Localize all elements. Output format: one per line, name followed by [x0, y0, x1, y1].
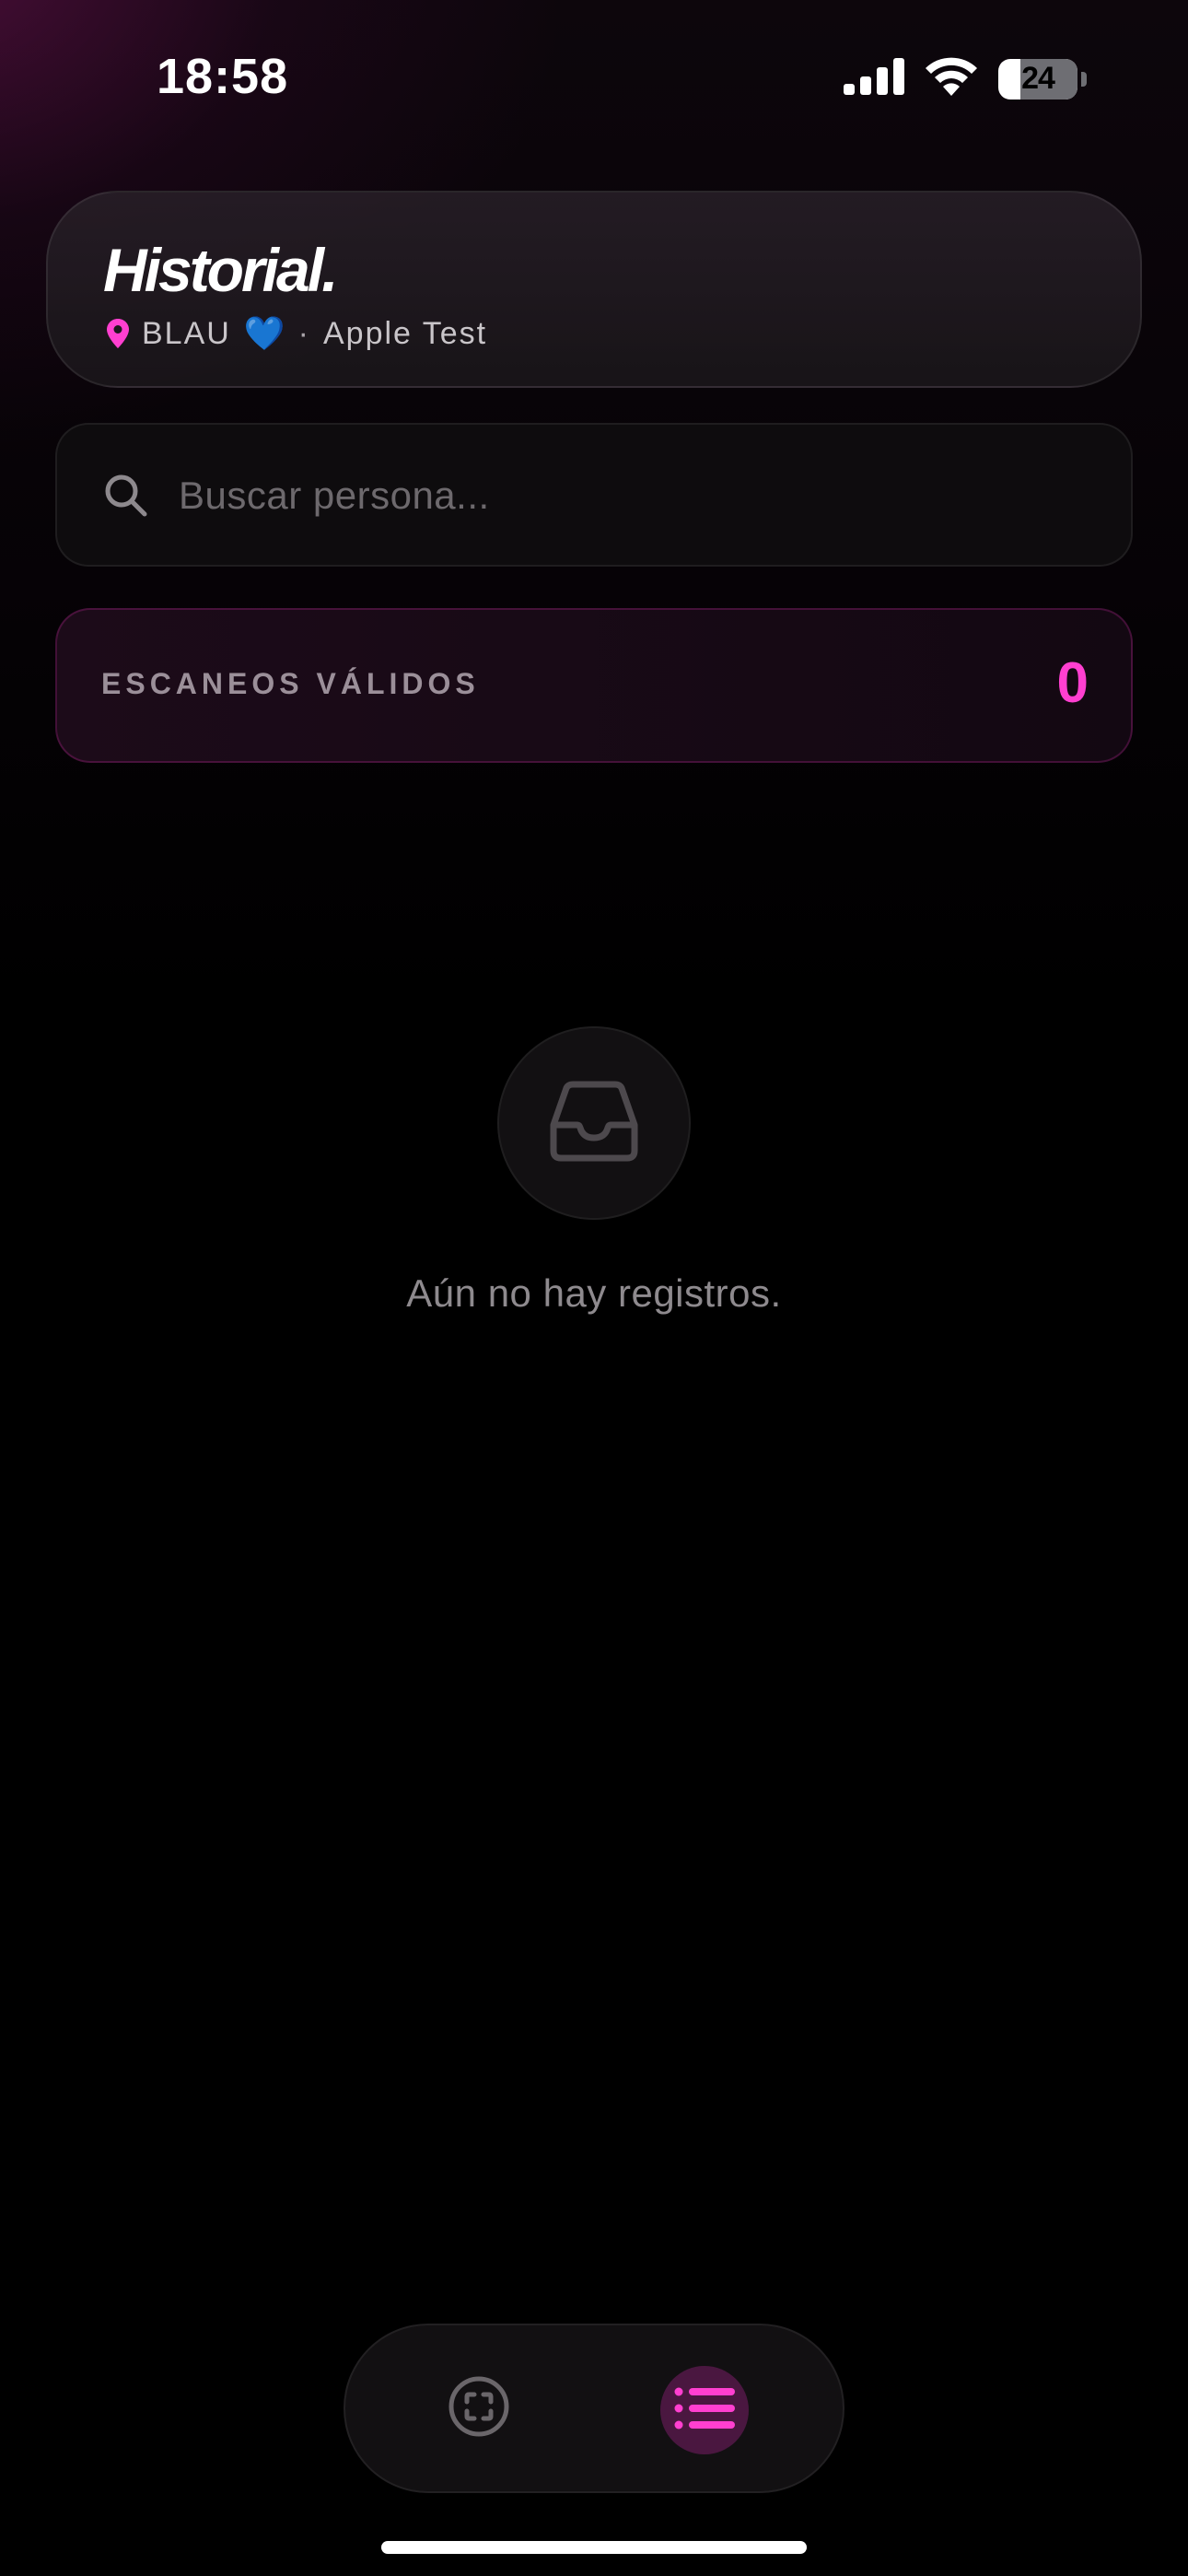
- inbox-tray-icon: [548, 1081, 640, 1166]
- battery-icon: 24: [998, 58, 1077, 100]
- cellular-signal-icon: [844, 58, 904, 100]
- battery-cap: [1081, 71, 1087, 87]
- venue-name: BLAU: [142, 315, 231, 351]
- event-name: Apple Test: [322, 315, 488, 351]
- valid-scans-count: 0: [1056, 651, 1089, 715]
- search-icon: [103, 473, 147, 521]
- header-card: Historial. BLAU 💙 · Apple Test: [46, 191, 1142, 388]
- scan-frame-icon: [448, 2376, 509, 2441]
- status-bar: 18:58 24: [0, 0, 1188, 157]
- search-input[interactable]: [177, 425, 1101, 567]
- empty-state-icon-circle: [497, 1026, 691, 1220]
- battery-level: 24: [1021, 61, 1055, 96]
- page-title: Historial.: [103, 236, 338, 304]
- home-indicator[interactable]: [381, 2541, 807, 2554]
- search-bar[interactable]: [55, 423, 1133, 567]
- status-icons: 24: [844, 57, 1087, 100]
- location-pin-icon: [107, 319, 129, 348]
- wifi-icon: [925, 57, 978, 100]
- list-icon: [674, 2386, 735, 2435]
- venue-separator: ·: [297, 315, 310, 351]
- history-screen: 18:58 24 Historial. BLAU 💙 · Apple Test …: [0, 0, 1188, 2576]
- venue-info: BLAU 💙 · Apple Test: [107, 314, 487, 353]
- status-time: 18:58: [157, 49, 289, 104]
- empty-state-message: Aún no hay registros.: [406, 1271, 782, 1315]
- blue-heart-emoji: 💙: [243, 314, 285, 352]
- bottom-nav: [344, 2324, 844, 2493]
- nav-history-button[interactable]: [660, 2366, 749, 2454]
- valid-scans-card: ESCANEOS VÁLIDOS 0: [55, 608, 1133, 763]
- nav-scan-button[interactable]: [442, 2371, 516, 2445]
- valid-scans-label: ESCANEOS VÁLIDOS: [101, 667, 480, 700]
